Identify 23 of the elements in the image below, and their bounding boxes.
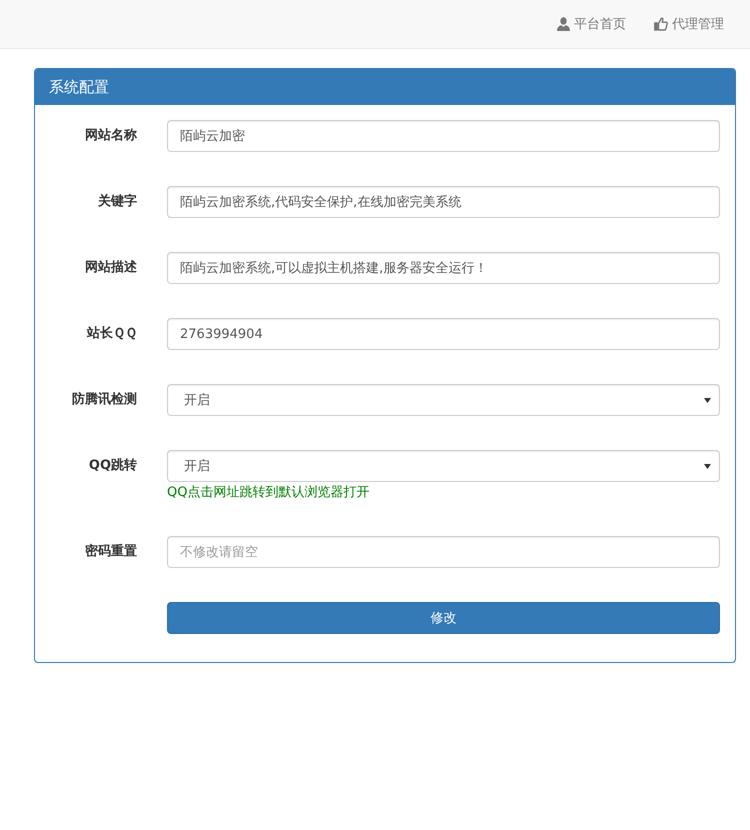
field-label: 防腾讯检测	[71, 391, 137, 409]
field-label: 网站名称	[84, 127, 137, 145]
select-field[interactable]: 开启	[167, 450, 720, 482]
input-field[interactable]: 不修改请留空	[167, 536, 720, 568]
select-field[interactable]: 开启	[167, 384, 720, 416]
field-label: QQ跳转	[88, 457, 137, 475]
input-field[interactable]: 2763994904	[167, 318, 720, 350]
nav-link[interactable]: 平台首页	[557, 9, 626, 39]
field-label: 关键字	[96, 192, 137, 211]
user-icon	[557, 17, 570, 31]
input-field[interactable]: 陌屿云加密	[167, 120, 720, 152]
field-label: 网站描述	[84, 259, 137, 277]
input-field[interactable]: 陌屿云加密系统,代码安全保护,在线加密完美系统	[167, 186, 720, 218]
caret-icon	[704, 398, 711, 402]
caret-icon	[704, 464, 711, 468]
thumbs-up-icon	[654, 17, 668, 31]
field-label: 站长ＱＱ	[86, 325, 137, 343]
submit-button[interactable]: 修改	[167, 602, 720, 634]
input-field[interactable]: 陌屿云加密系统,可以虚拟主机搭建,服务器安全运行！	[167, 252, 720, 284]
help-text: QQ点击网址跳转到默认浏览器打开	[167, 484, 370, 502]
panel-title: 系统配置	[35, 69, 735, 105]
field-label: 密码重置	[84, 542, 137, 561]
nav-link[interactable]: 代理管理	[654, 9, 724, 39]
